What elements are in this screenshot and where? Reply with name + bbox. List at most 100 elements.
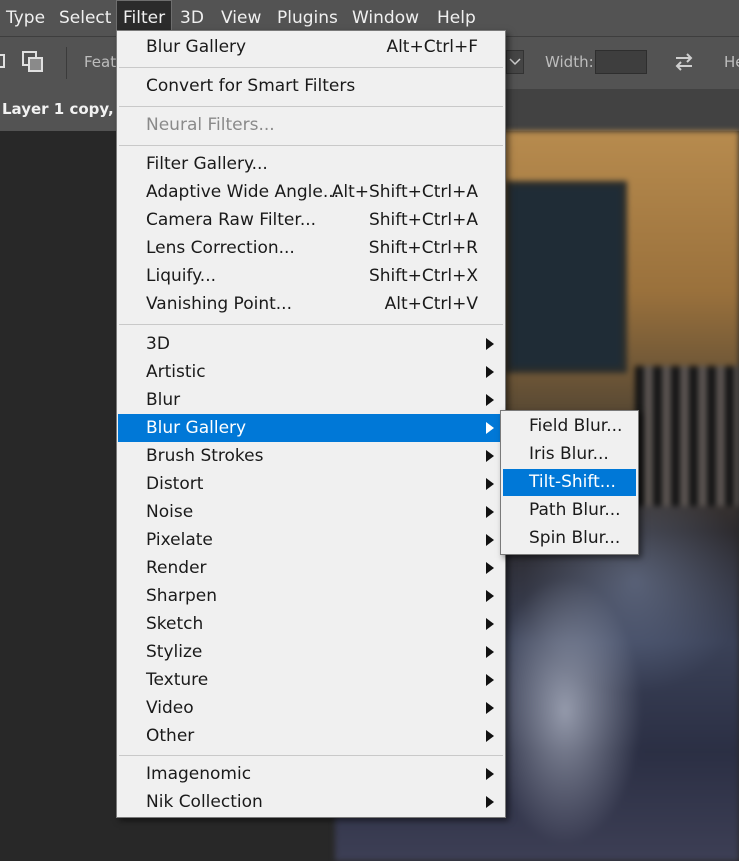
- photo-fence: [635, 366, 739, 506]
- menu-item-label: Blur: [146, 390, 181, 410]
- divider: [66, 47, 67, 79]
- menu-item-shortcut: Alt+Shift+Ctrl+A: [331, 182, 478, 202]
- submenu-item-brush-strokes[interactable]: Brush Strokes: [118, 442, 504, 470]
- submenu-arrow-icon: [486, 534, 494, 546]
- menu-item-label: Artistic: [146, 362, 206, 382]
- selection-mode-icon[interactable]: [0, 51, 14, 71]
- menu-item-label: Blur Gallery: [146, 37, 247, 57]
- submenu-arrow-icon: [486, 646, 494, 658]
- submenu-arrow-icon: [486, 450, 494, 462]
- menu-item-label: Distort: [146, 474, 204, 494]
- menu-item-convert-smart-filters[interactable]: Convert for Smart Filters: [118, 72, 504, 100]
- menu-item-label: Stylize: [146, 642, 203, 662]
- submenu-item-artistic[interactable]: Artistic: [118, 358, 504, 386]
- menu-item-label: Vanishing Point...: [146, 294, 292, 314]
- submenu-item-texture[interactable]: Texture: [118, 666, 504, 694]
- menu-item-camera-raw[interactable]: Camera Raw Filter... Shift+Ctrl+A: [118, 206, 504, 234]
- menu-item-lens-correction[interactable]: Lens Correction... Shift+Ctrl+R: [118, 234, 504, 262]
- menu-item-label: Adaptive Wide Angle...: [146, 182, 340, 202]
- menu-item-label: Sharpen: [146, 586, 217, 606]
- submenu-item-render[interactable]: Render: [118, 554, 504, 582]
- submenu-arrow-icon: [486, 702, 494, 714]
- menu-item-last-filter[interactable]: Blur Gallery Alt+Ctrl+F: [118, 33, 504, 61]
- menu-item-label: Sketch: [146, 614, 204, 634]
- menu-separator: [119, 67, 503, 68]
- menu-item-liquify[interactable]: Liquify... Shift+Ctrl+X: [118, 262, 504, 290]
- submenu-item-nik-collection[interactable]: Nik Collection: [118, 788, 504, 816]
- menu-item-label: Filter Gallery...: [146, 154, 268, 174]
- submenu-item-iris-blur[interactable]: Iris Blur...: [503, 441, 636, 468]
- menu-item-label: Brush Strokes: [146, 446, 264, 466]
- photo-window: [505, 181, 627, 373]
- menu-item-label: Texture: [146, 670, 209, 690]
- menu-item-label: Spin Blur...: [529, 528, 621, 548]
- menu-item-label: Video: [146, 698, 194, 718]
- submenu-item-blur-gallery[interactable]: Blur Gallery: [118, 414, 504, 442]
- menu-item-label: Liquify...: [146, 266, 217, 286]
- menu-item-label: Neural Filters...: [146, 115, 275, 135]
- height-label: He: [724, 53, 739, 71]
- menu-item-shortcut: Shift+Ctrl+X: [368, 266, 478, 286]
- menu-item-label: Other: [146, 726, 195, 746]
- menu-item-label: Iris Blur...: [529, 444, 609, 464]
- submenu-arrow-icon: [486, 674, 494, 686]
- menu-separator: [119, 755, 503, 756]
- menu-item-label: Path Blur...: [529, 500, 621, 520]
- submenu-item-sketch[interactable]: Sketch: [118, 610, 504, 638]
- menu-item-shortcut: Shift+Ctrl+A: [368, 210, 478, 230]
- submenu-item-video[interactable]: Video: [118, 694, 504, 722]
- submenu-item-3d[interactable]: 3D: [118, 330, 504, 358]
- menu-item-label: Render: [146, 558, 207, 578]
- submenu-arrow-icon: [486, 768, 494, 780]
- menu-item-label: Noise: [146, 502, 194, 522]
- menu-item-label: Convert for Smart Filters: [146, 76, 356, 96]
- menu-item-label: Lens Correction...: [146, 238, 295, 258]
- submenu-item-path-blur[interactable]: Path Blur...: [503, 497, 636, 524]
- submenu-item-imagenomic[interactable]: Imagenomic: [118, 760, 504, 788]
- submenu-arrow-icon: [486, 506, 494, 518]
- submenu-arrow-icon: [486, 338, 494, 350]
- style-dropdown[interactable]: [506, 50, 524, 74]
- menu-separator: [119, 106, 503, 107]
- menu-item-label: Camera Raw Filter...: [146, 210, 317, 230]
- submenu-item-noise[interactable]: Noise: [118, 498, 504, 526]
- submenu-item-blur[interactable]: Blur: [118, 386, 504, 414]
- menu-item-label: 3D: [146, 334, 170, 354]
- submenu-item-distort[interactable]: Distort: [118, 470, 504, 498]
- intersect-selection-icon[interactable]: [22, 51, 43, 72]
- menu-item-label: Nik Collection: [146, 792, 263, 812]
- submenu-arrow-icon: [486, 730, 494, 742]
- submenu-arrow-icon: [486, 422, 494, 434]
- submenu-arrow-icon: [486, 366, 494, 378]
- submenu-item-tilt-shift[interactable]: Tilt-Shift...: [503, 469, 636, 496]
- submenu-item-field-blur[interactable]: Field Blur...: [503, 413, 636, 440]
- menu-item-shortcut: Alt+Ctrl+F: [386, 37, 478, 57]
- menu-item-vanishing-point[interactable]: Vanishing Point... Alt+Ctrl+V: [118, 290, 504, 318]
- width-field[interactable]: [595, 50, 647, 74]
- menu-item-shortcut: Alt+Ctrl+V: [384, 294, 478, 314]
- filter-menu: Blur Gallery Alt+Ctrl+F Convert for Smar…: [116, 30, 506, 818]
- submenu-arrow-icon: [486, 478, 494, 490]
- menu-item-label: Imagenomic: [146, 764, 252, 784]
- submenu-arrow-icon: [486, 590, 494, 602]
- menu-item-shortcut: Shift+Ctrl+R: [368, 238, 478, 258]
- submenu-item-stylize[interactable]: Stylize: [118, 638, 504, 666]
- submenu-arrow-icon: [486, 618, 494, 630]
- submenu-arrow-icon: [486, 796, 494, 808]
- menu-item-label: Pixelate: [146, 530, 213, 550]
- submenu-arrow-icon: [486, 394, 494, 406]
- menu-separator: [119, 324, 503, 325]
- menu-item-adaptive-wide-angle[interactable]: Adaptive Wide Angle... Alt+Shift+Ctrl+A: [118, 178, 504, 206]
- swap-icon[interactable]: [673, 51, 693, 71]
- menu-item-filter-gallery[interactable]: Filter Gallery...: [118, 150, 504, 178]
- menu-item-label: Field Blur...: [529, 416, 623, 436]
- width-label: Width:: [545, 53, 594, 71]
- submenu-item-pixelate[interactable]: Pixelate: [118, 526, 504, 554]
- document-tab[interactable]: Layer 1 copy, R: [0, 89, 122, 131]
- menu-separator: [119, 145, 503, 146]
- submenu-item-sharpen[interactable]: Sharpen: [118, 582, 504, 610]
- menu-select[interactable]: Select: [53, 0, 117, 36]
- menu-type[interactable]: Type: [0, 0, 51, 36]
- submenu-item-spin-blur[interactable]: Spin Blur...: [503, 525, 636, 552]
- submenu-item-other[interactable]: Other: [118, 722, 504, 750]
